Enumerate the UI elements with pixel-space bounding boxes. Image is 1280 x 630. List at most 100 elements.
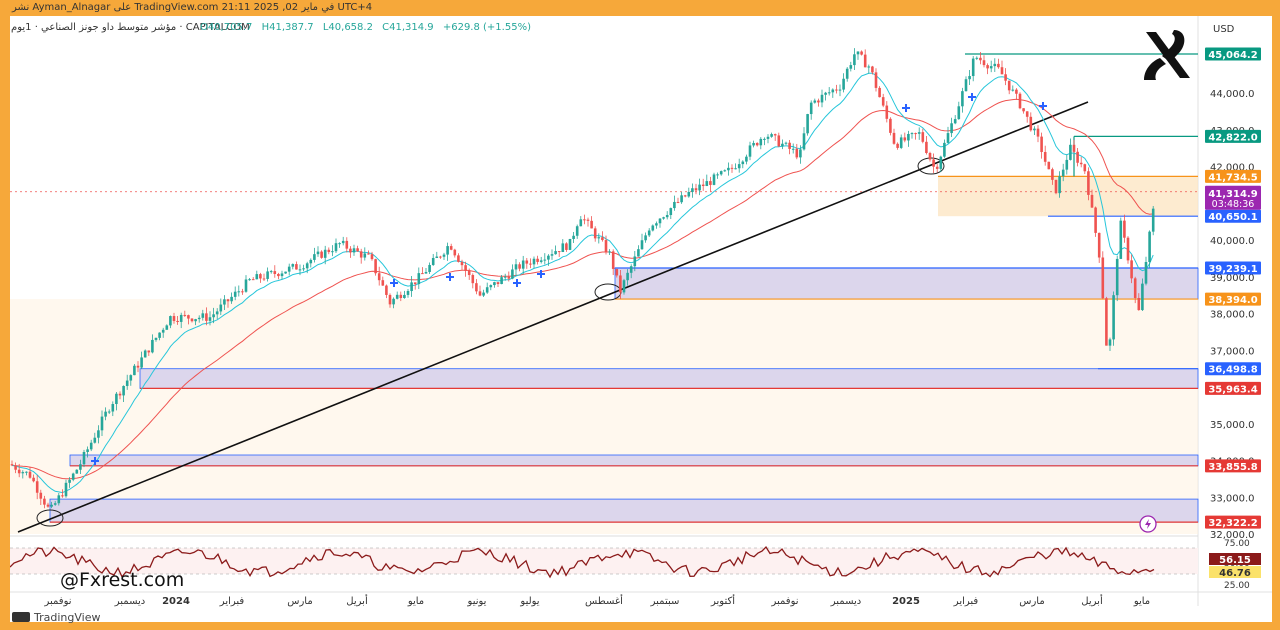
candle-down bbox=[914, 133, 917, 135]
price-level-label: 42,822.0 bbox=[1208, 132, 1257, 143]
candle-up bbox=[723, 170, 727, 172]
tradingview-footer: TradingView bbox=[12, 611, 100, 624]
candle-down bbox=[349, 248, 352, 253]
candle-down bbox=[611, 251, 615, 269]
y-tick-label: 40,000.0 bbox=[1210, 236, 1255, 247]
candle-up bbox=[500, 277, 503, 285]
candle-up bbox=[1061, 169, 1065, 177]
candle-up bbox=[86, 449, 89, 453]
candle-down bbox=[892, 132, 896, 144]
candle-up bbox=[158, 332, 161, 338]
candle-up bbox=[759, 138, 763, 146]
candle-up bbox=[781, 143, 784, 147]
candle-up bbox=[907, 133, 910, 141]
x-tick-label: مايو bbox=[407, 596, 424, 607]
candle-up bbox=[316, 251, 320, 255]
support-zone bbox=[49, 498, 1199, 523]
candle-up bbox=[410, 282, 413, 292]
candle-up bbox=[68, 479, 71, 483]
candle-up bbox=[964, 79, 968, 92]
candle-down bbox=[835, 89, 838, 91]
candle-up bbox=[165, 325, 169, 330]
candle-up bbox=[485, 287, 489, 293]
ohlc-readout: O40,705.7 H41,387.7 L40,658.2 C41,314.9 … bbox=[200, 22, 531, 33]
x-tick-label: نوفمبر bbox=[770, 596, 798, 607]
x-tick-label: أغسطس bbox=[585, 594, 623, 607]
candle-up bbox=[82, 452, 86, 465]
candle-down bbox=[1087, 171, 1090, 195]
candle-up bbox=[104, 411, 107, 417]
candle-up bbox=[543, 259, 547, 261]
candle-up bbox=[831, 89, 835, 93]
candle-down bbox=[676, 201, 680, 203]
candle-down bbox=[399, 294, 403, 299]
candle-down bbox=[1101, 257, 1105, 299]
candle-down bbox=[273, 271, 277, 274]
candle-down bbox=[1133, 278, 1137, 298]
candle-up bbox=[856, 51, 860, 55]
currency-label: USD bbox=[1213, 24, 1235, 35]
support-zone bbox=[69, 454, 1199, 467]
cross-marker-icon bbox=[446, 273, 454, 281]
countdown-label: 03:48:36 bbox=[1212, 199, 1255, 210]
rsi-value-a: 56.15 bbox=[1219, 555, 1251, 566]
candle-down bbox=[709, 181, 712, 185]
candle-down bbox=[377, 273, 381, 281]
y-tick-label: 38,000.0 bbox=[1210, 310, 1255, 321]
candle-up bbox=[910, 133, 914, 135]
candle-up bbox=[943, 142, 946, 157]
tradingview-brand: TradingView bbox=[34, 611, 101, 624]
candle-up bbox=[651, 225, 655, 231]
candle-up bbox=[302, 268, 305, 270]
candle-down bbox=[251, 279, 255, 281]
candle-up bbox=[143, 350, 147, 358]
candle-up bbox=[849, 65, 853, 69]
candle-up bbox=[1141, 283, 1144, 311]
candle-up bbox=[665, 215, 669, 218]
candle-up bbox=[363, 253, 367, 258]
candle-up bbox=[21, 472, 25, 474]
x-tick-label: أبريل bbox=[346, 594, 368, 607]
candle-up bbox=[151, 339, 154, 353]
price-chart[interactable]: 75.0050.0025.0056.1546.76 44,000.043,000… bbox=[10, 16, 1272, 622]
candle-up bbox=[745, 156, 748, 162]
candle-down bbox=[1000, 67, 1004, 75]
candle-down bbox=[1123, 220, 1126, 238]
candle-down bbox=[1015, 89, 1018, 94]
candle-down bbox=[183, 314, 187, 316]
candle-down bbox=[421, 273, 424, 275]
x-tick-label: فبراير bbox=[953, 596, 979, 607]
candle-up bbox=[748, 145, 752, 157]
candle-up bbox=[658, 218, 662, 224]
candle-up bbox=[237, 291, 241, 293]
candle-down bbox=[1051, 169, 1054, 180]
candle-up bbox=[1151, 208, 1155, 232]
candle-up bbox=[493, 282, 496, 286]
candle-up bbox=[680, 195, 683, 203]
candle-up bbox=[125, 380, 129, 386]
candle-down bbox=[1083, 164, 1087, 172]
candle-down bbox=[903, 137, 907, 141]
candle-down bbox=[795, 148, 799, 158]
candle-up bbox=[53, 503, 57, 505]
candle-down bbox=[730, 167, 734, 169]
candle-down bbox=[1022, 108, 1025, 112]
chart-frame[interactable]: 75.0050.0025.0056.1546.76 44,000.043,000… bbox=[10, 16, 1272, 622]
candle-up bbox=[93, 437, 97, 443]
candle-up bbox=[305, 263, 309, 269]
candle-up bbox=[867, 66, 871, 68]
candle-up bbox=[280, 273, 284, 277]
candle-down bbox=[320, 251, 323, 258]
candle-down bbox=[359, 251, 363, 258]
candle-up bbox=[899, 137, 903, 148]
candle-down bbox=[46, 504, 50, 507]
candle-down bbox=[14, 465, 17, 470]
lightning-icon[interactable] bbox=[1139, 515, 1157, 533]
candle-down bbox=[136, 365, 140, 368]
candle-down bbox=[615, 268, 619, 276]
candle-up bbox=[331, 251, 334, 253]
candle-up bbox=[442, 254, 446, 257]
candle-down bbox=[1105, 298, 1108, 346]
candle-down bbox=[356, 248, 359, 252]
candle-up bbox=[813, 100, 817, 103]
